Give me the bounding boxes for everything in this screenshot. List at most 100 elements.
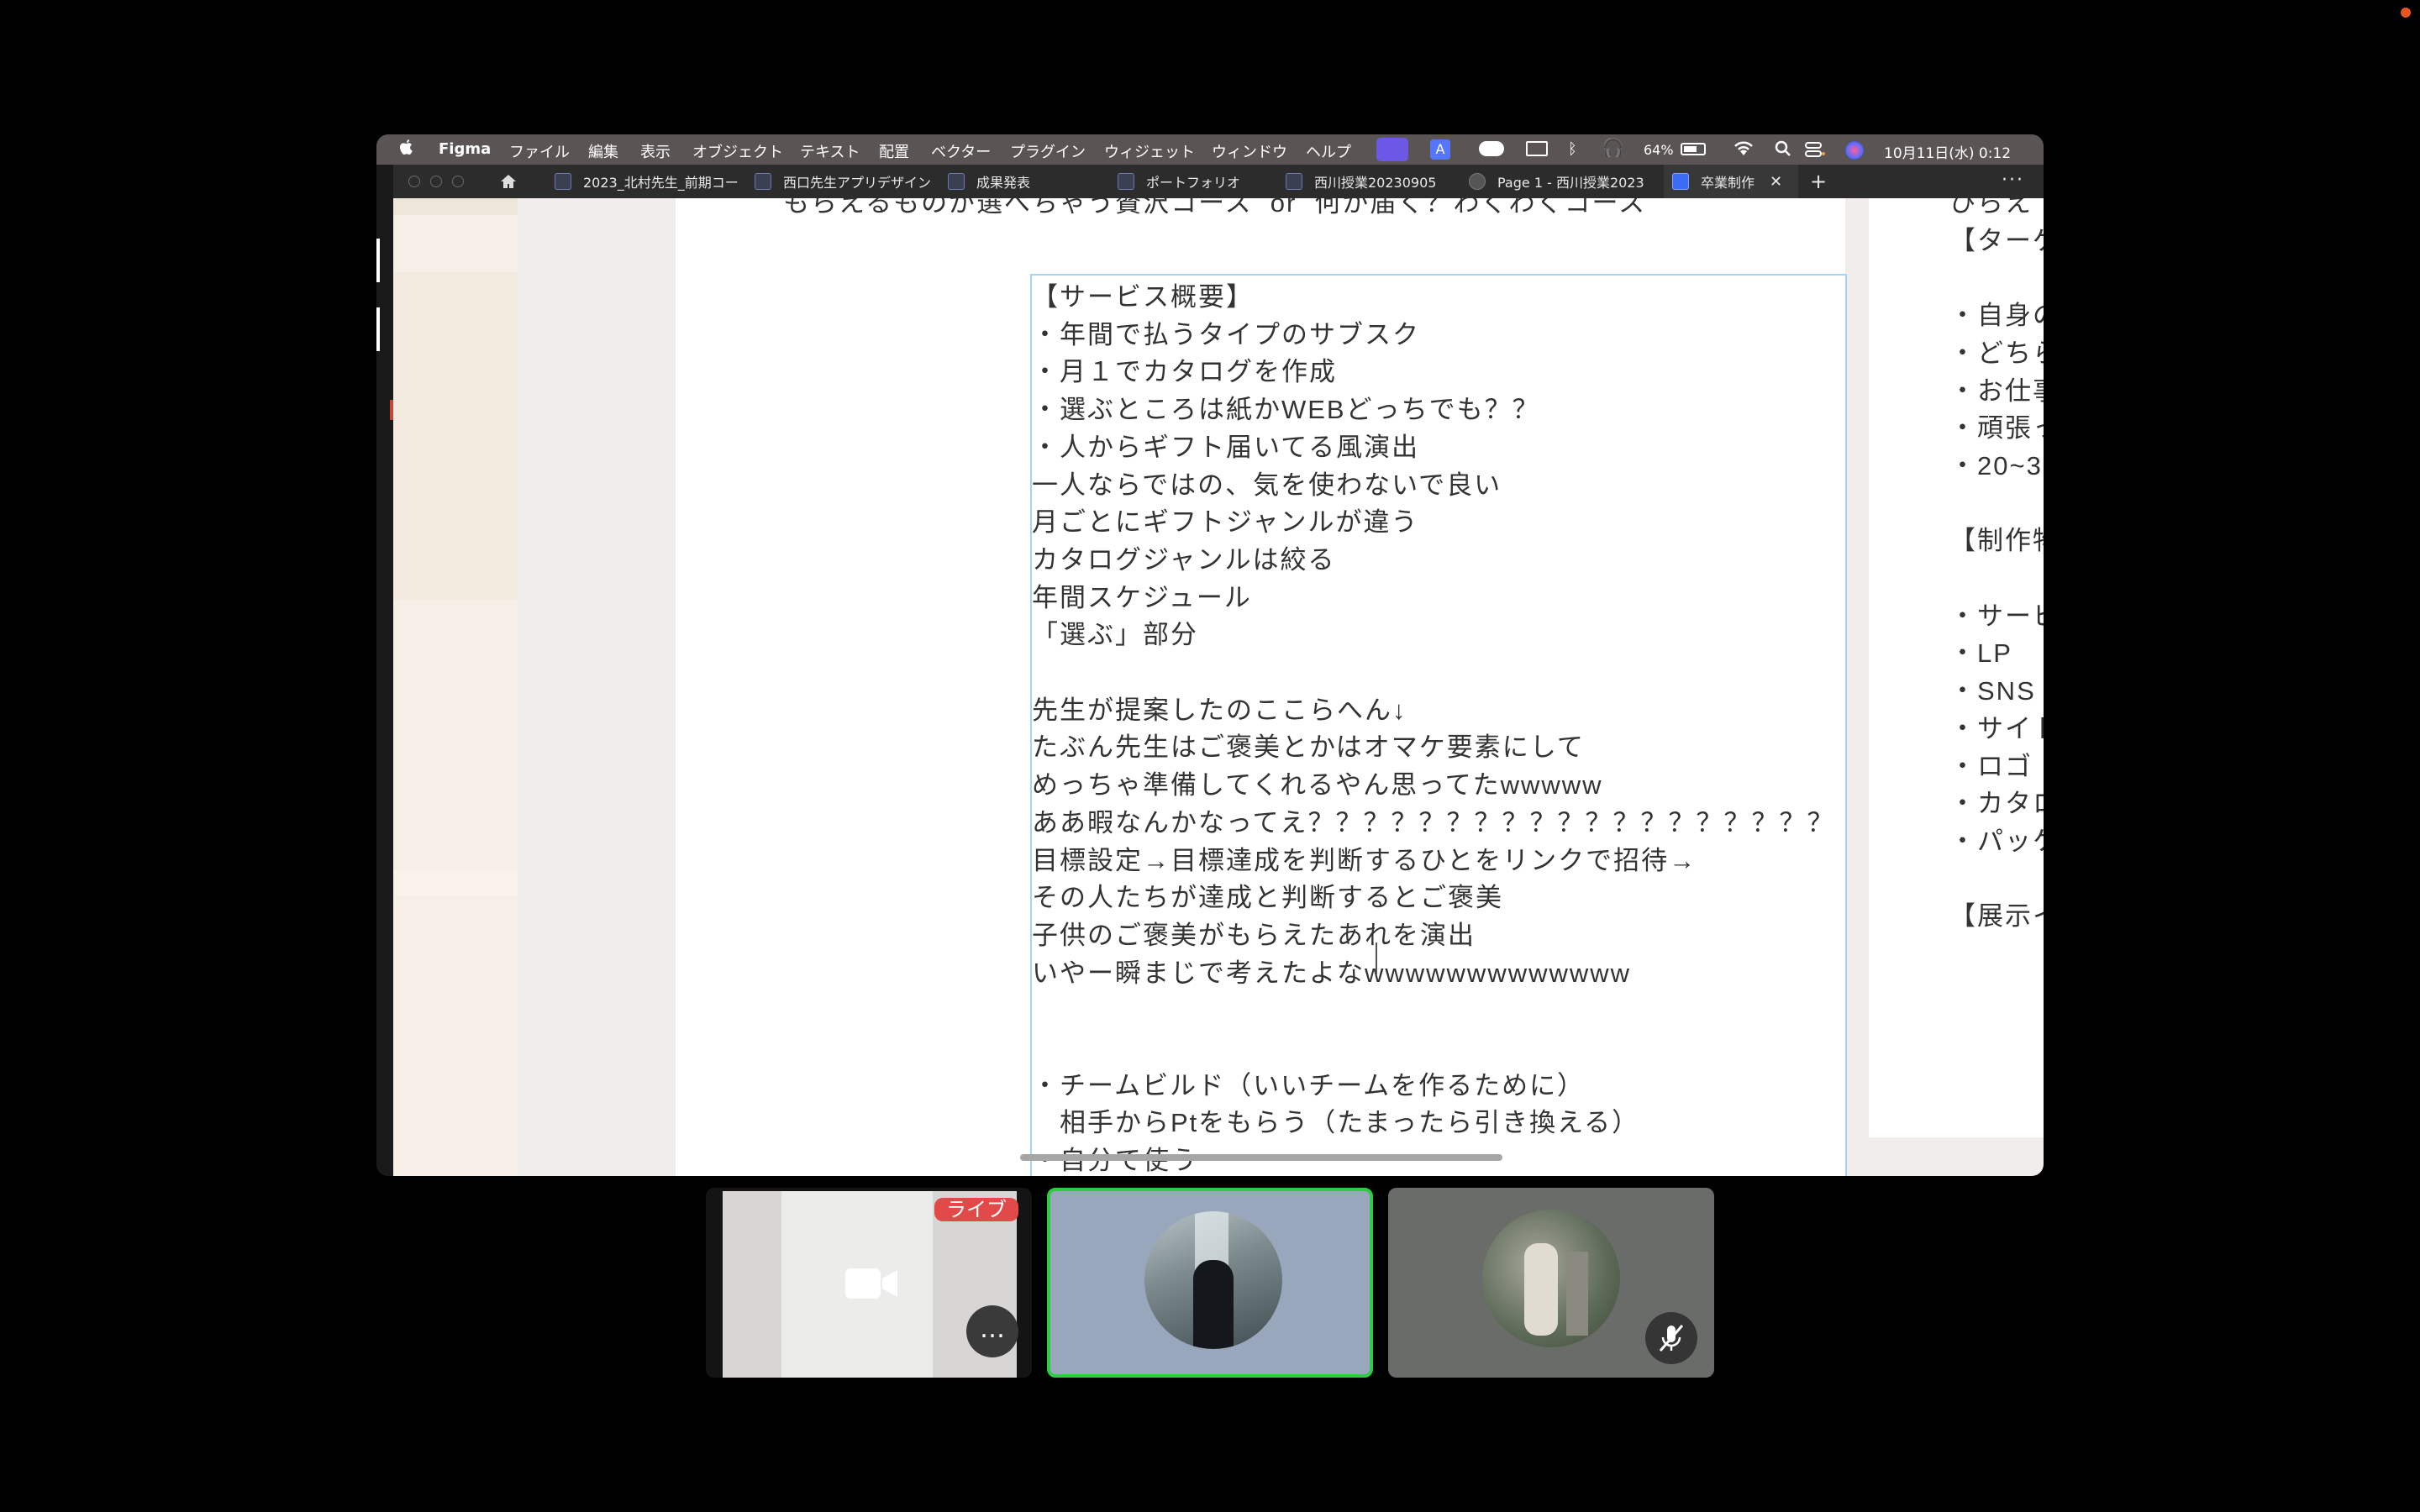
right-column-line: ・頑張っ	[1949, 413, 2044, 444]
participant-tile[interactable]	[1388, 1188, 1714, 1378]
more-options-button[interactable]: …	[966, 1305, 1018, 1357]
right-column-line: ・サービ	[1949, 601, 2044, 631]
menubar-datetime[interactable]: 10月11日(水) 0:12	[1884, 141, 2011, 162]
window-minimize-button[interactable]	[430, 176, 442, 187]
video-camera-icon	[845, 1267, 897, 1304]
figma-file-icon	[755, 173, 771, 190]
file-tab-label: 西口先生アプリデザイン	[783, 175, 931, 191]
control-center-icon[interactable]	[1805, 141, 1825, 158]
document-line: 先生が提案したのここらへん↓	[1032, 695, 1407, 725]
text-cursor	[1376, 942, 1377, 974]
right-column-line: 【ターゲ	[1949, 225, 2044, 255]
icloud-icon[interactable]	[1479, 141, 1504, 156]
more-options-icon[interactable]: ···	[2002, 170, 2024, 191]
menu-help[interactable]: ヘルプ	[1306, 140, 1351, 162]
frame-block	[393, 904, 518, 1173]
right-column-line: ・20~3	[1949, 450, 2043, 480]
avatar	[1144, 1211, 1282, 1349]
document-line: 年間スケジュール	[1032, 582, 1252, 612]
right-column-line: ひらえ	[1949, 198, 2033, 218]
document-line: 相手からPtをもらう（たまったら引き換える）	[1032, 1108, 1640, 1138]
display-icon[interactable]	[1526, 141, 1548, 156]
right-column-line: ・パッケ	[1949, 826, 2044, 856]
document-frame: もらえるものが選べちゃう贅沢コース or 何が届く？わくわくコース 【サービス概…	[676, 198, 1847, 1176]
document-line: ・チームビルド（いいチームを作るために）	[1032, 1070, 1586, 1100]
lantern-shape	[1566, 1252, 1588, 1336]
right-column-line: ・ロゴ	[1949, 751, 2033, 781]
bluetooth-icon[interactable]: ᛒ	[1568, 140, 1577, 158]
document-line: ・人からギフト届いてる風演出	[1032, 432, 1420, 462]
figma-file-icon	[948, 173, 965, 190]
document-line: カタログジャンルは絞る	[1032, 544, 1336, 575]
file-tab[interactable]: 西口先生アプリデザイン	[755, 165, 931, 198]
wifi-icon[interactable]	[1733, 139, 1754, 161]
battery-icon[interactable]	[1681, 143, 1706, 155]
figma-file-icon	[1672, 173, 1689, 190]
menu-window[interactable]: ウィンドウ	[1212, 140, 1287, 162]
figma-tab-bar: 2023_北村先生_前期コー 西口先生アプリデザイン 成果発表 ポートフォリオ …	[393, 165, 2044, 198]
figma-canvas[interactable]: もらえるものが選べちゃう贅沢コース or 何が届く？わくわくコース 【サービス概…	[393, 198, 2044, 1176]
right-column-line: ・どちら	[1949, 338, 2044, 368]
right-column-line: ・サイト	[1949, 713, 2044, 743]
menu-view[interactable]: 表示	[640, 140, 671, 162]
participant-tile-active-speaker[interactable]	[1047, 1188, 1373, 1378]
file-tab[interactable]: Page 1 - 西川授業2023	[1469, 165, 1645, 198]
battery-percent: 64%	[1644, 142, 1674, 158]
document-line: 目標設定→目標達成を判断するひとをリンクで招待→	[1032, 845, 1697, 875]
frame-block	[393, 198, 518, 215]
menu-text[interactable]: テキスト	[800, 140, 860, 162]
spotlight-search-icon[interactable]	[1775, 139, 1791, 162]
file-tab-active[interactable]: 卒業制作 ✕	[1664, 165, 1798, 198]
figjam-file-icon	[1469, 173, 1486, 190]
right-column-line: 【展示イ	[1949, 901, 2044, 932]
menu-file[interactable]: ファイル	[509, 140, 570, 162]
right-column-line: 【制作物	[1949, 526, 2044, 556]
new-tab-button[interactable]: +	[1810, 170, 1827, 193]
right-column-line: ・自身の	[1949, 301, 2044, 331]
document-line: いやー瞬まじで考えたよなwwwwwwwwwwwww	[1032, 958, 1632, 988]
menu-widgets[interactable]: ウィジェット	[1104, 140, 1195, 162]
participant-tile-screen[interactable]: ライブ …	[706, 1188, 1032, 1378]
input-source-icon[interactable]: A	[1430, 139, 1450, 160]
menu-edit[interactable]: 編集	[588, 140, 618, 162]
shared-screen: Figma ファイル 編集 表示 オブジェクト テキスト 配置 ベクター プラグ…	[376, 134, 2044, 1176]
horizontal-scrollbar[interactable]	[1020, 1154, 1502, 1161]
home-icon[interactable]	[499, 173, 518, 193]
close-tab-icon[interactable]: ✕	[1770, 173, 1782, 191]
screen-share-status-icon[interactable]	[1376, 138, 1408, 161]
document-line: めっちゃ準備してくれるやん思ってたwwwww	[1032, 770, 1603, 801]
menubar-app-name[interactable]: Figma	[439, 140, 491, 158]
microphone-muted-icon	[1645, 1312, 1697, 1364]
menu-arrange[interactable]: 配置	[879, 140, 909, 162]
headphones-icon[interactable]: 🎧	[1602, 138, 1624, 159]
document-line: 月ごとにギフトジャンルが違う	[1032, 507, 1419, 538]
cut-top-line: もらえるものが選べちゃう贅沢コース or 何が届く？わくわくコース	[783, 198, 1646, 218]
menu-vector[interactable]: ベクター	[931, 140, 991, 162]
siri-icon[interactable]	[1845, 141, 1864, 160]
file-tab-label: 卒業制作	[1701, 175, 1755, 191]
file-tab[interactable]: 2023_北村先生_前期コー	[555, 165, 738, 198]
file-tab[interactable]: 西川授業20230905	[1286, 165, 1460, 198]
document-line: ・月１でカタログを作成	[1032, 357, 1337, 387]
right-column-line: ・LP	[1949, 638, 2012, 669]
menu-object[interactable]: オブジェクト	[692, 140, 783, 162]
person-figure	[1524, 1243, 1558, 1336]
file-tab-label: ポートフォリオ	[1146, 175, 1241, 191]
zoom-side-strip	[376, 165, 393, 1176]
file-tab[interactable]: 成果発表	[948, 165, 1116, 198]
file-tab-label: Page 1 - 西川授業2023	[1497, 175, 1644, 191]
window-close-button[interactable]	[408, 176, 420, 187]
figma-file-icon	[555, 173, 571, 190]
document-line: たぶん先生はご褒美とかはオマケ要素にして	[1032, 732, 1585, 763]
document-line: ・年間で払うタイプのサブスク	[1032, 319, 1420, 349]
right-column-line: ・カタロ	[1949, 789, 2044, 819]
frame-block	[393, 870, 518, 895]
more-options-label: …	[980, 1315, 1005, 1344]
avatar	[1482, 1210, 1620, 1347]
file-tab[interactable]: ポートフォリオ	[1118, 165, 1286, 198]
right-column-line: ・お仕事	[1949, 375, 2044, 406]
menu-plugins[interactable]: プラグイン	[1010, 140, 1086, 162]
document-line: 一人ならではの、気を使わないで良い	[1032, 470, 1502, 500]
window-zoom-button[interactable]	[452, 176, 464, 187]
apple-icon[interactable]	[398, 139, 413, 161]
